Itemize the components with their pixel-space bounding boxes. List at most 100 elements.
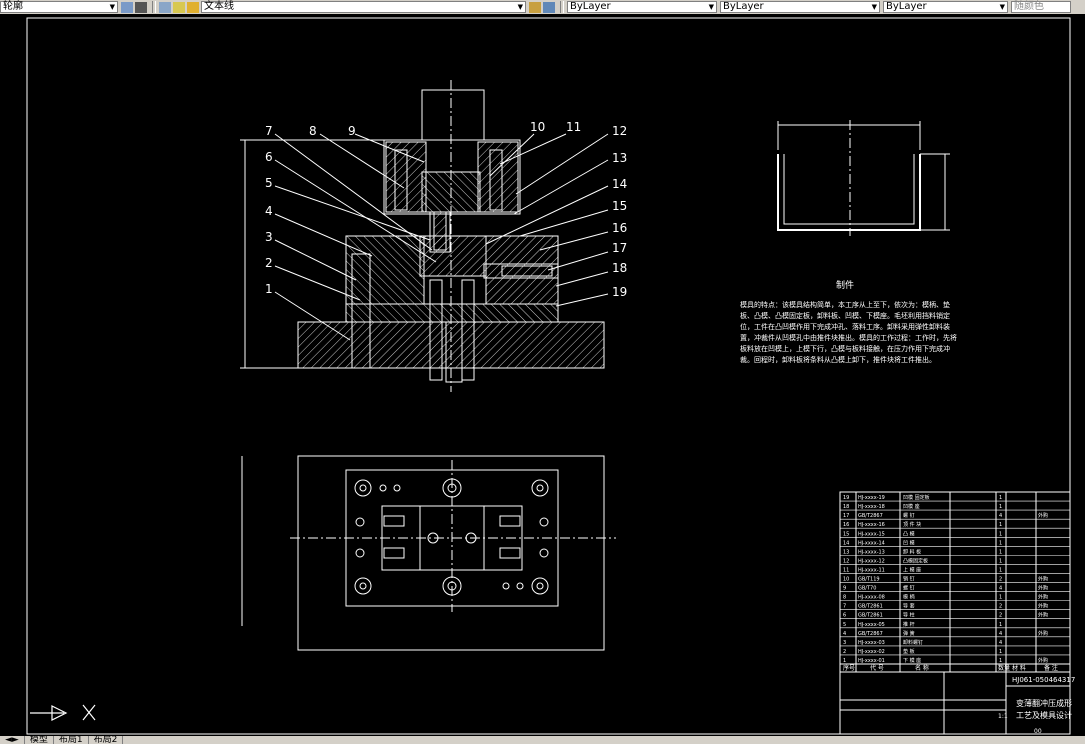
- bom-cell-no: 2: [843, 649, 846, 655]
- bom-cell-code: HJ-xxxx-11: [858, 567, 885, 573]
- section-view: [240, 80, 609, 392]
- chevron-down-icon: ▼: [871, 3, 877, 11]
- bom-cell-qty: 1: [999, 567, 1002, 573]
- bom-header-no: 序号: [843, 664, 855, 672]
- drawing-scale: 1:1: [998, 713, 1008, 720]
- bom-cell-qty: 1: [999, 595, 1002, 601]
- part-number-5: 5: [265, 176, 273, 190]
- bom-cell-no: 14: [843, 540, 849, 546]
- lineweight-combo[interactable]: ByLayer ▼: [883, 1, 1008, 13]
- bom-cell-qty: 1: [999, 531, 1002, 537]
- part-number-7: 7: [265, 124, 273, 138]
- layout-tabs: ◄► 模型 布局1 布局2: [0, 736, 1085, 744]
- bom-header-material: 材 料: [1012, 664, 1026, 672]
- bom-cell-no: 11: [843, 567, 849, 573]
- tab-nav-arrows[interactable]: ◄►: [0, 736, 25, 744]
- make-current-icon[interactable]: [529, 1, 541, 13]
- bom-cell-name: 模 柄: [903, 594, 915, 601]
- bom-cell-note: 外购: [1038, 603, 1048, 610]
- plotstyle-combo[interactable]: 随颜色: [1011, 1, 1071, 13]
- layer-list-combo[interactable]: 文本线 ▼: [201, 1, 526, 13]
- ucs-icon: [30, 704, 96, 721]
- toolbar-separator: [152, 1, 156, 13]
- lineweight-combo-value: ByLayer: [886, 1, 927, 12]
- bom-cell-qty: 1: [999, 649, 1002, 655]
- part-number-2: 2: [265, 256, 273, 270]
- layer-previous-icon[interactable]: [135, 1, 147, 13]
- bom-cell-code: HJ-xxxx-02: [858, 649, 885, 655]
- bom-cell-name: 推 杆: [903, 621, 915, 628]
- bom-cell-name: 凹模 座: [903, 503, 920, 510]
- bom-cell-code: GB/T2861: [858, 604, 883, 610]
- sun-icon[interactable]: [187, 1, 199, 13]
- bom-cell-name: 销 钉: [903, 576, 915, 583]
- bom-cell-qty: 1: [999, 622, 1002, 628]
- bom-cell-name: 凸 模: [903, 530, 915, 537]
- bom-cell-no: 9: [843, 586, 846, 592]
- layer-match-icon[interactable]: [543, 1, 555, 13]
- drawing-canvas[interactable]: 7 8 9 6 5 4 3 2 1 10 11 12 13 14 15 16 1…: [0, 14, 1085, 736]
- linetype-combo-value: ByLayer: [723, 1, 764, 12]
- bom-cell-note: 外购: [1038, 657, 1048, 664]
- chevron-down-icon: ▼: [708, 3, 714, 11]
- tab-layout2[interactable]: 布局2: [89, 736, 124, 744]
- bom-cell-code: HJ-xxxx-03: [858, 640, 885, 646]
- bom-cell-name: 螺 钉: [903, 512, 915, 519]
- bom-cell-note: 外购: [1038, 512, 1048, 519]
- bom-header-qty: 数量: [998, 664, 1010, 672]
- bom-cell-qty: 2: [999, 613, 1002, 619]
- part-number-3: 3: [265, 230, 273, 244]
- linetype-combo[interactable]: ByLayer ▼: [720, 1, 880, 13]
- bom-cell-name: 弹 簧: [903, 630, 915, 637]
- bom-cell-note: 外购: [1038, 612, 1048, 619]
- part-number-14: 14: [612, 177, 627, 191]
- bom-cell-qty: 1: [999, 549, 1002, 555]
- light-bulb-icon[interactable]: [173, 1, 185, 13]
- drawing-number: HJ061-050464317: [1012, 676, 1075, 684]
- tab-model[interactable]: 模型: [25, 736, 54, 744]
- sheet-number: 00: [1034, 728, 1042, 735]
- bom-cell-no: 15: [843, 531, 849, 537]
- layer-combo[interactable]: 轮廓 ▼: [0, 1, 118, 13]
- bom-cell-name: 导 套: [903, 603, 915, 610]
- notes-container: 模具的特点：该模具结构简单，本工序从上至下，依次为：模柄、垫板、凸模、凸模固定板…: [740, 301, 957, 364]
- layer-states-icon[interactable]: [159, 1, 171, 13]
- bom-cell-code: HJ-xxxx-05: [858, 622, 885, 628]
- bom-cell-name: 上 模 座: [903, 566, 921, 573]
- drawing-title-line2: 工艺及模具设计: [1016, 710, 1072, 720]
- bom-header-note: 备 注: [1044, 664, 1058, 672]
- color-combo-value: ByLayer: [570, 1, 611, 12]
- bom-cell-note: 外购: [1038, 585, 1048, 592]
- bom-cell-note: 外购: [1038, 576, 1048, 583]
- part-number-17: 17: [612, 241, 627, 255]
- tab-layout1[interactable]: 布局1: [54, 736, 89, 744]
- technical-notes: 模具的特点：该模具结构简单，本工序从上至下，依次为：模柄、垫板、凸模、凸模固定板…: [740, 301, 957, 364]
- bom-cell-no: 3: [843, 640, 846, 646]
- part-number-13: 13: [612, 151, 627, 165]
- bom-cell-qty: 2: [999, 577, 1002, 583]
- bom-cell-name: 凹模 固定板: [903, 494, 930, 501]
- part-number-8: 8: [309, 124, 317, 138]
- chevron-down-icon: ▼: [109, 3, 115, 11]
- title-block-text: HJ061-050464317 变薄翻冲压成形 工艺及模具设计 1:1 00: [998, 676, 1075, 735]
- bom-cell-no: 17: [843, 513, 849, 519]
- toolbar-separator: [560, 1, 564, 13]
- bom-cell-no: 8: [843, 595, 846, 601]
- bom-cell-qty: 1: [999, 504, 1002, 510]
- part-number-19: 19: [612, 285, 627, 299]
- bom-cell-code: HJ-xxxx-14: [858, 540, 885, 546]
- layer-manager-icon[interactable]: [121, 1, 133, 13]
- part-number-4: 4: [265, 204, 273, 218]
- bom-cell-qty: 4: [999, 640, 1002, 646]
- bom-cell-code: HJ-xxxx-08: [858, 595, 885, 601]
- plotstyle-combo-value: 随颜色: [1014, 1, 1044, 12]
- bom-cell-qty: 4: [999, 513, 1002, 519]
- bom-cell-name: 导 柱: [903, 612, 915, 619]
- color-combo[interactable]: ByLayer ▼: [567, 1, 717, 13]
- part-number-9: 9: [348, 124, 356, 138]
- drawing-svg: 7 8 9 6 5 4 3 2 1 10 11 12 13 14 15 16 1…: [26, 17, 1075, 735]
- bom-cell-no: 19: [843, 495, 849, 501]
- bom-cell-name: 下 模 座: [903, 657, 921, 664]
- bom-cell-no: 16: [843, 522, 849, 528]
- bom-cell-code: HJ-xxxx-12: [858, 558, 885, 564]
